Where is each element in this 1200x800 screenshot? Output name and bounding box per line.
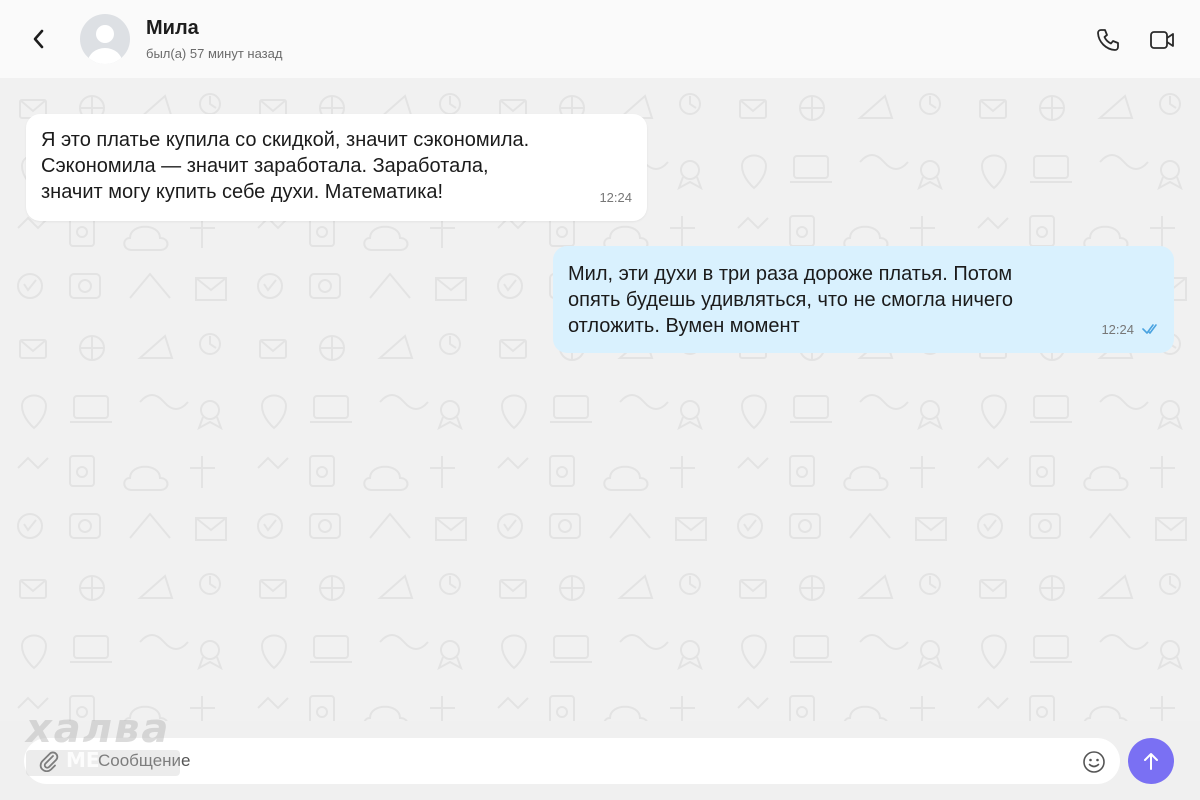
send-button[interactable] bbox=[1128, 738, 1174, 784]
arrow-up-icon bbox=[1144, 753, 1158, 770]
check-icon bbox=[1142, 324, 1157, 334]
call-button[interactable] bbox=[1094, 26, 1122, 54]
message-text: Мил, эти духи в три раза дороже платья. … bbox=[568, 263, 1014, 337]
contact-name[interactable]: Мила bbox=[146, 17, 199, 40]
avatar[interactable] bbox=[80, 14, 130, 64]
message-input[interactable] bbox=[98, 738, 1058, 784]
message-composer bbox=[0, 721, 1200, 800]
paperclip-icon bbox=[39, 751, 59, 773]
message-time: 12:24 bbox=[1101, 322, 1134, 337]
message-input-wrapper[interactable] bbox=[24, 738, 1120, 784]
avatar-placeholder-icon bbox=[88, 25, 122, 64]
attach-button[interactable] bbox=[38, 750, 60, 773]
phone-icon bbox=[1097, 29, 1119, 51]
back-button[interactable] bbox=[24, 24, 54, 54]
video-call-button[interactable] bbox=[1148, 26, 1176, 54]
message-incoming[interactable]: Я это платье купила со скидкой, значит с… bbox=[26, 114, 647, 221]
message-time: 12:24 bbox=[599, 190, 632, 205]
message-text: Я это платье купила со скидкой, значит с… bbox=[41, 129, 530, 203]
emoji-button[interactable] bbox=[1082, 750, 1106, 774]
video-camera-icon bbox=[1150, 31, 1174, 49]
contact-status: был(а) 57 минут назад bbox=[146, 46, 283, 61]
smiley-icon bbox=[1083, 751, 1105, 773]
message-outgoing[interactable]: Мил, эти духи в три раза дороже платья. … bbox=[553, 246, 1174, 353]
chat-header: Мила был(а) 57 минут назад bbox=[0, 0, 1200, 78]
chevron-left-icon bbox=[33, 29, 44, 49]
chat-area[interactable]: Я это платье купила со скидкой, значит с… bbox=[0, 78, 1200, 721]
